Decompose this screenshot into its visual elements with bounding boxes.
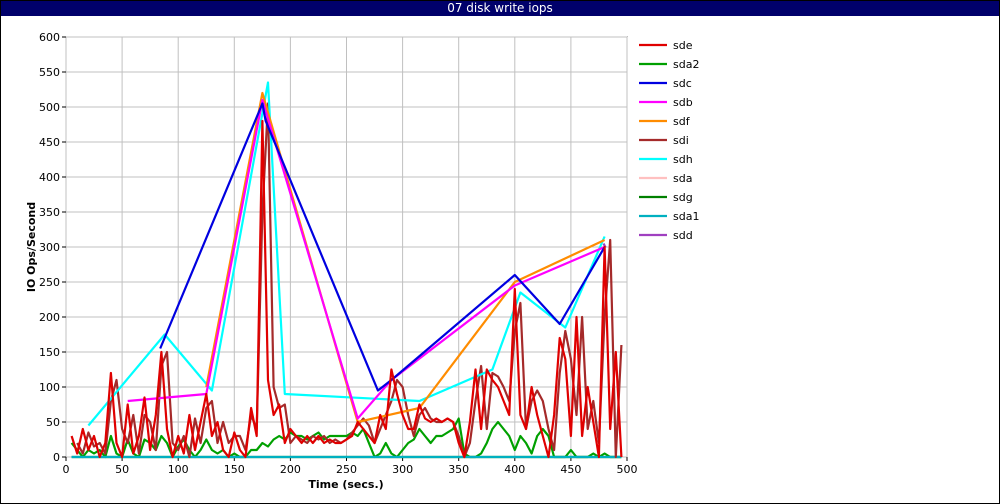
y-axis-label: IO Ops/Second: [25, 202, 38, 292]
y-tick-label: 200: [39, 311, 60, 324]
x-tick-label: 200: [280, 463, 301, 476]
x-tick-label: 150: [224, 463, 245, 476]
legend-label-sda: sda: [673, 172, 692, 185]
line-chart: 0 50 100 150 200 250 300 350 400 450 500 550 600 0 50…: [25, 31, 699, 491]
x-tick-label: 300: [392, 463, 413, 476]
y-tick-label: 600: [39, 31, 60, 44]
legend-label-sdh: sdh: [673, 153, 693, 166]
y-tick-label: 250: [39, 276, 60, 289]
x-tick-label: 500: [617, 463, 638, 476]
y-tick-label: 550: [39, 66, 60, 79]
legend-label-sdf: sdf: [673, 115, 691, 128]
y-tick-label: 0: [53, 451, 60, 464]
x-tick-label: 400: [504, 463, 525, 476]
x-tick-label: 450: [560, 463, 581, 476]
legend-label-sdd: sdd: [673, 229, 693, 242]
y-tick-label: 300: [39, 241, 60, 254]
x-tick-label: 0: [63, 463, 70, 476]
y-tick-label: 400: [39, 171, 60, 184]
legend-label-sda2: sda2: [673, 58, 699, 71]
legend-label-sdg: sdg: [673, 191, 693, 204]
y-tick-label: 500: [39, 101, 60, 114]
legend-label-sdb: sdb: [673, 96, 693, 109]
legend-label-sdc: sdc: [673, 77, 692, 90]
legend: sde sda2 sdc sdb sdf sdi sdh sda sdg sda1 sdd: [639, 39, 699, 242]
y-tick-label: 50: [46, 416, 60, 429]
y-tick-label: 150: [39, 346, 60, 359]
x-tick-label: 100: [168, 463, 189, 476]
x-tick-label: 250: [336, 463, 357, 476]
x-axis-ticks: 0 50 100 150 200 250 300 350 400 450 500: [63, 457, 638, 476]
legend-label-sdi: sdi: [673, 134, 689, 147]
x-tick-label: 50: [115, 463, 129, 476]
x-tick-label: 350: [448, 463, 469, 476]
y-tick-label: 450: [39, 136, 60, 149]
legend-label-sde: sde: [673, 39, 693, 52]
chart-title: 07 disk write iops: [1, 1, 999, 16]
y-axis-ticks: 0 50 100 150 200 250 300 350 400 450 500 550 600: [39, 31, 66, 464]
legend-label-sda1: sda1: [673, 210, 699, 223]
y-tick-label: 350: [39, 206, 60, 219]
x-axis-label: Time (secs.): [308, 478, 383, 491]
chart-window: 07 disk write iops 0 50 100 150 200 250 300 350…: [0, 0, 1000, 504]
y-tick-label: 100: [39, 381, 60, 394]
